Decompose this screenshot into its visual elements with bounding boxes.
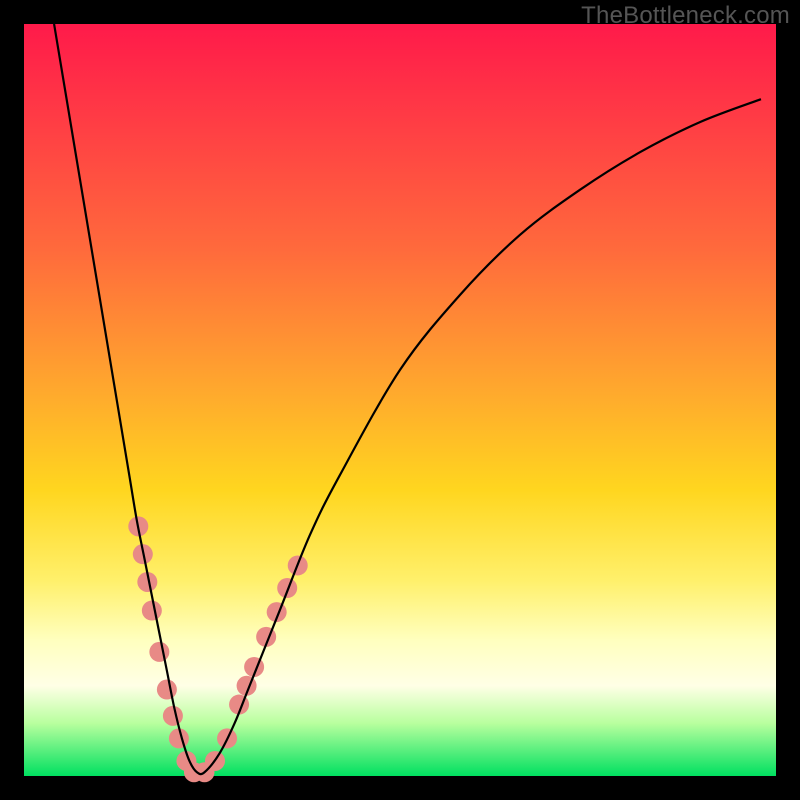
watermark-text: TheBottleneck.com bbox=[581, 2, 790, 30]
highlight-dot bbox=[142, 601, 162, 621]
highlight-dot bbox=[163, 706, 183, 726]
highlight-dot bbox=[157, 680, 177, 700]
chart-svg bbox=[24, 24, 776, 776]
highlight-dot bbox=[277, 578, 297, 598]
highlight-points bbox=[128, 516, 307, 782]
highlight-dot bbox=[149, 642, 169, 662]
chart-frame: TheBottleneck.com bbox=[0, 0, 800, 800]
